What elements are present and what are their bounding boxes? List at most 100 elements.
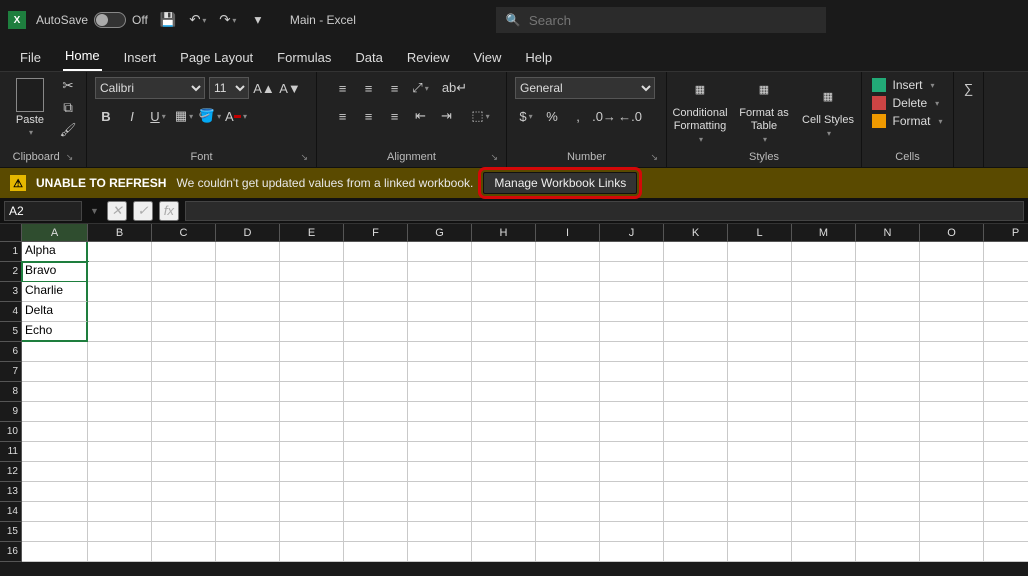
cell[interactable] [536, 462, 600, 482]
cell[interactable] [728, 362, 792, 382]
row-header[interactable]: 5 [0, 322, 22, 342]
cell[interactable] [344, 522, 408, 542]
cell[interactable] [536, 242, 600, 262]
cell[interactable] [280, 402, 344, 422]
cell[interactable] [216, 462, 280, 482]
column-header[interactable]: I [536, 224, 600, 242]
cell[interactable] [216, 402, 280, 422]
cell[interactable] [88, 502, 152, 522]
cell[interactable] [536, 382, 600, 402]
cell[interactable] [472, 282, 536, 302]
row-header[interactable]: 10 [0, 422, 22, 442]
cell[interactable] [664, 422, 728, 442]
formula-bar[interactable] [185, 201, 1024, 221]
cell[interactable] [536, 362, 600, 382]
align-left-icon[interactable]: ≡ [332, 105, 354, 127]
cell[interactable] [984, 322, 1028, 342]
cell[interactable] [792, 542, 856, 562]
cell[interactable] [856, 522, 920, 542]
name-box[interactable] [4, 201, 82, 221]
cell[interactable] [856, 362, 920, 382]
cell[interactable] [664, 402, 728, 422]
cell[interactable] [664, 382, 728, 402]
cell[interactable] [600, 302, 664, 322]
row-header[interactable]: 9 [0, 402, 22, 422]
cell[interactable] [792, 442, 856, 462]
row-header[interactable]: 11 [0, 442, 22, 462]
indent-decrease-icon[interactable]: ⇤ [410, 105, 432, 127]
cell[interactable] [152, 482, 216, 502]
cell[interactable] [728, 302, 792, 322]
column-header[interactable]: J [600, 224, 664, 242]
cell[interactable] [664, 442, 728, 462]
cell[interactable] [728, 382, 792, 402]
cell[interactable] [920, 382, 984, 402]
cell[interactable] [88, 242, 152, 262]
cell[interactable] [88, 382, 152, 402]
cell[interactable] [408, 342, 472, 362]
cell[interactable] [472, 382, 536, 402]
cell[interactable] [216, 482, 280, 502]
cell[interactable] [920, 322, 984, 342]
cell[interactable] [408, 262, 472, 282]
row-header[interactable]: 13 [0, 482, 22, 502]
cell[interactable] [472, 442, 536, 462]
cell[interactable] [920, 262, 984, 282]
clipboard-launcher-icon[interactable]: ↘ [66, 152, 74, 163]
cell[interactable] [88, 262, 152, 282]
paste-button[interactable]: Paste [8, 77, 52, 137]
column-header[interactable]: L [728, 224, 792, 242]
cell[interactable] [280, 262, 344, 282]
column-header[interactable]: A [22, 224, 88, 242]
cell[interactable] [344, 282, 408, 302]
align-bottom-icon[interactable]: ≡ [384, 77, 406, 99]
undo-icon[interactable]: ↶ [188, 10, 208, 30]
cell[interactable] [408, 362, 472, 382]
copy-icon[interactable]: ⧉ [58, 99, 78, 117]
cell[interactable] [536, 522, 600, 542]
cell[interactable]: Delta [22, 302, 88, 322]
cell[interactable] [280, 362, 344, 382]
cell[interactable] [536, 322, 600, 342]
align-right-icon[interactable]: ≡ [384, 105, 406, 127]
column-header[interactable]: F [344, 224, 408, 242]
tab-review[interactable]: Review [405, 50, 452, 71]
cell[interactable] [216, 542, 280, 562]
save-icon[interactable]: 💾 [158, 10, 178, 30]
cell[interactable] [984, 482, 1028, 502]
cell[interactable] [536, 482, 600, 502]
cell[interactable] [152, 322, 216, 342]
cell[interactable] [152, 242, 216, 262]
cell[interactable] [600, 482, 664, 502]
row-header[interactable]: 12 [0, 462, 22, 482]
indent-increase-icon[interactable]: ⇥ [436, 105, 458, 127]
cell[interactable] [472, 482, 536, 502]
fill-color-icon[interactable]: 🪣 [199, 105, 221, 127]
cell[interactable] [856, 462, 920, 482]
cell[interactable] [280, 522, 344, 542]
column-header[interactable]: H [472, 224, 536, 242]
cell[interactable] [984, 342, 1028, 362]
cell[interactable] [792, 482, 856, 502]
column-header[interactable]: O [920, 224, 984, 242]
cell[interactable] [920, 522, 984, 542]
cell[interactable] [280, 462, 344, 482]
cell[interactable] [22, 422, 88, 442]
cell[interactable] [664, 362, 728, 382]
align-top-icon[interactable]: ≡ [332, 77, 354, 99]
cell[interactable] [600, 242, 664, 262]
cell[interactable] [728, 542, 792, 562]
tab-home[interactable]: Home [63, 48, 102, 71]
column-header[interactable]: P [984, 224, 1028, 242]
cell[interactable] [664, 482, 728, 502]
cell[interactable] [600, 442, 664, 462]
cell[interactable] [408, 542, 472, 562]
tab-data[interactable]: Data [353, 50, 384, 71]
cell[interactable] [344, 482, 408, 502]
cell[interactable] [280, 542, 344, 562]
column-header[interactable]: N [856, 224, 920, 242]
cell[interactable] [216, 442, 280, 462]
cell[interactable] [22, 442, 88, 462]
column-header[interactable]: B [88, 224, 152, 242]
number-launcher-icon[interactable]: ↘ [650, 152, 658, 163]
